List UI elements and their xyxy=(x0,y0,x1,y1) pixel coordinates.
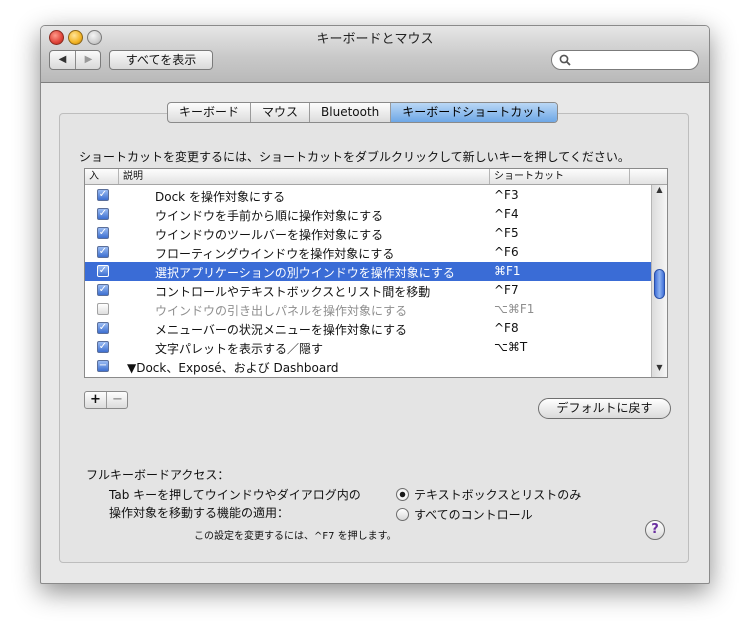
shortcut-keys: ^F3 xyxy=(494,188,519,202)
tab-bar: キーボード マウス Bluetooth キーボードショートカット xyxy=(167,102,559,123)
shortcut-description: ウインドウのツールバーを操作対象にする xyxy=(155,228,384,242)
table-row[interactable]: ✓ ウインドウの引き出しパネルを操作対象にする ⌥⌘F1 xyxy=(85,300,651,319)
add-remove-control: + − xyxy=(84,391,128,409)
enable-checkbox[interactable]: ✓ xyxy=(97,227,109,239)
enable-checkbox[interactable]: ✓ xyxy=(97,265,109,277)
radio-button[interactable] xyxy=(396,508,409,521)
table-row[interactable]: ✓ Dock を操作対象にする ^F3 xyxy=(85,186,651,205)
close-window-button[interactable] xyxy=(49,30,64,45)
table-header: 入 説明 ショートカット xyxy=(85,169,667,185)
back-arrow-icon: ◀ xyxy=(58,54,67,65)
shortcut-keys: ^F5 xyxy=(494,226,519,240)
back-button[interactable]: ◀ xyxy=(50,51,76,69)
back-forward-control: ◀ ▶ xyxy=(49,50,101,70)
radio-option-text-and-lists[interactable]: テキストボックスとリストのみ xyxy=(396,486,581,503)
search-field[interactable] xyxy=(551,50,699,70)
shortcut-description: ウインドウの引き出しパネルを操作対象にする xyxy=(155,304,408,318)
group-mixed-checkbox[interactable]: − xyxy=(97,360,109,372)
column-header-description[interactable]: 説明 xyxy=(119,169,490,184)
radio-label: すべてのコントロール xyxy=(414,508,533,522)
shortcuts-table: 入 説明 ショートカット ✓ Dock を操作対象にする ^F3 ✓ ウインドウ… xyxy=(84,168,668,378)
table-row[interactable]: ✓ ウインドウを手前から順に操作対象にする ^F4 xyxy=(85,205,651,224)
enable-checkbox[interactable]: ✓ xyxy=(97,284,109,296)
shortcut-note: この設定を変更するには、^F7 を押します。 xyxy=(194,531,397,542)
help-button[interactable]: ? xyxy=(645,520,665,540)
table-row[interactable]: ✓ フローティングウインドウを操作対象にする ^F6 xyxy=(85,243,651,262)
enable-checkbox[interactable]: ✓ xyxy=(97,341,109,353)
tab-bluetooth[interactable]: Bluetooth xyxy=(310,103,392,122)
enable-checkbox[interactable]: ✓ xyxy=(97,322,109,334)
shortcut-description: Dock を操作対象にする xyxy=(155,190,286,204)
table-row[interactable]: ✓ ウインドウのツールバーを操作対象にする ^F5 xyxy=(85,224,651,243)
shortcut-keys: ⌥⌘T xyxy=(494,340,528,354)
shortcut-description: ウインドウを手前から順に操作対象にする xyxy=(155,209,384,223)
shortcut-description: フローティングウインドウを操作対象にする xyxy=(155,247,395,261)
forward-arrow-icon: ▶ xyxy=(84,54,93,65)
scroll-up-arrow-icon[interactable]: ▲ xyxy=(652,185,667,194)
tab-keyboard[interactable]: キーボード xyxy=(168,103,252,122)
table-row[interactable]: ✓ メニューバーの状況メニューを操作対象にする ^F8 xyxy=(85,319,651,338)
tab-mouse[interactable]: マウス xyxy=(251,103,311,122)
shortcut-description: メニューバーの状況メニューを操作対象にする xyxy=(155,323,408,337)
remove-shortcut-button[interactable]: − xyxy=(107,392,128,408)
tab-keyboard-shortcuts[interactable]: キーボードショートカット xyxy=(391,103,558,122)
shortcut-keys: ⌥⌘F1 xyxy=(494,302,535,316)
minimize-window-button[interactable] xyxy=(68,30,83,45)
radio-option-all-controls[interactable]: すべてのコントロール xyxy=(396,506,533,523)
table-row[interactable]: ✓ 文字パレットを表示する／隠す ⌥⌘T xyxy=(85,338,651,357)
shortcut-keys: ^F4 xyxy=(494,207,519,221)
search-icon xyxy=(559,54,571,66)
enable-checkbox[interactable]: ✓ xyxy=(97,246,109,258)
restore-defaults-button[interactable]: デフォルトに戻す xyxy=(538,398,671,419)
description-line-2: 操作対象を移動する機能の適用： xyxy=(109,506,290,520)
scroll-thumb[interactable] xyxy=(654,269,665,299)
zoom-window-button[interactable] xyxy=(87,30,102,45)
description-line-1: Tab キーを押してウインドウやダイアログ内の xyxy=(109,488,361,502)
shortcut-description: 文字パレットを表示する／隠す xyxy=(155,342,324,356)
radio-button-selected[interactable] xyxy=(396,488,409,501)
enable-checkbox[interactable]: ✓ xyxy=(97,208,109,220)
enable-checkbox[interactable]: ✓ xyxy=(97,189,109,201)
table-group-row[interactable]: − ▼Dock、Exposé、および Dashboard xyxy=(85,357,651,376)
forward-button[interactable]: ▶ xyxy=(76,51,101,69)
shortcut-keys: ⌘F1 xyxy=(494,264,521,278)
enable-checkbox[interactable]: ✓ xyxy=(97,303,109,315)
full-keyboard-access-description: Tab キーを押してウインドウやダイアログ内の 操作対象を移動する機能の適用： xyxy=(109,486,361,522)
vertical-scrollbar[interactable]: ▲ ▼ xyxy=(651,185,667,377)
table-row-selected[interactable]: ✓ 選択アプリケーションの別ウインドウを操作対象にする ⌘F1 xyxy=(85,262,651,281)
shortcut-keys: ^F6 xyxy=(494,245,519,259)
add-shortcut-button[interactable]: + xyxy=(85,392,107,408)
scroll-down-arrow-icon[interactable]: ▼ xyxy=(652,363,667,372)
title-bar: キーボードとマウス ◀ ▶ すべてを表示 xyxy=(41,26,709,83)
help-question-icon: ? xyxy=(651,522,659,537)
group-disclosure-label: ▼Dock、Exposé、および Dashboard xyxy=(127,361,339,375)
shortcut-description: 選択アプリケーションの別ウインドウを操作対象にする xyxy=(155,266,455,280)
instruction-text: ショートカットを変更するには、ショートカットをダブルクリックして新しいキーを押し… xyxy=(79,150,630,164)
shortcut-description: コントロールやテキストボックスとリスト間を移動 xyxy=(155,285,431,299)
radio-label: テキストボックスとリストのみ xyxy=(414,488,582,502)
table-row[interactable]: ✓ コントロールやテキストボックスとリスト間を移動 ^F7 xyxy=(85,281,651,300)
shortcut-keys: ^F7 xyxy=(494,283,519,297)
shortcut-keys: ^F8 xyxy=(494,321,519,335)
column-header-shortcut[interactable]: ショートカット xyxy=(490,169,630,184)
window-title: キーボードとマウス xyxy=(316,32,434,47)
column-header-on[interactable]: 入 xyxy=(85,169,119,184)
show-all-button[interactable]: すべてを表示 xyxy=(109,50,213,70)
full-keyboard-access-title: フルキーボードアクセス： xyxy=(86,468,230,482)
preferences-window: キーボードとマウス ◀ ▶ すべてを表示 キーボード マウス Bluetooth… xyxy=(40,25,710,584)
